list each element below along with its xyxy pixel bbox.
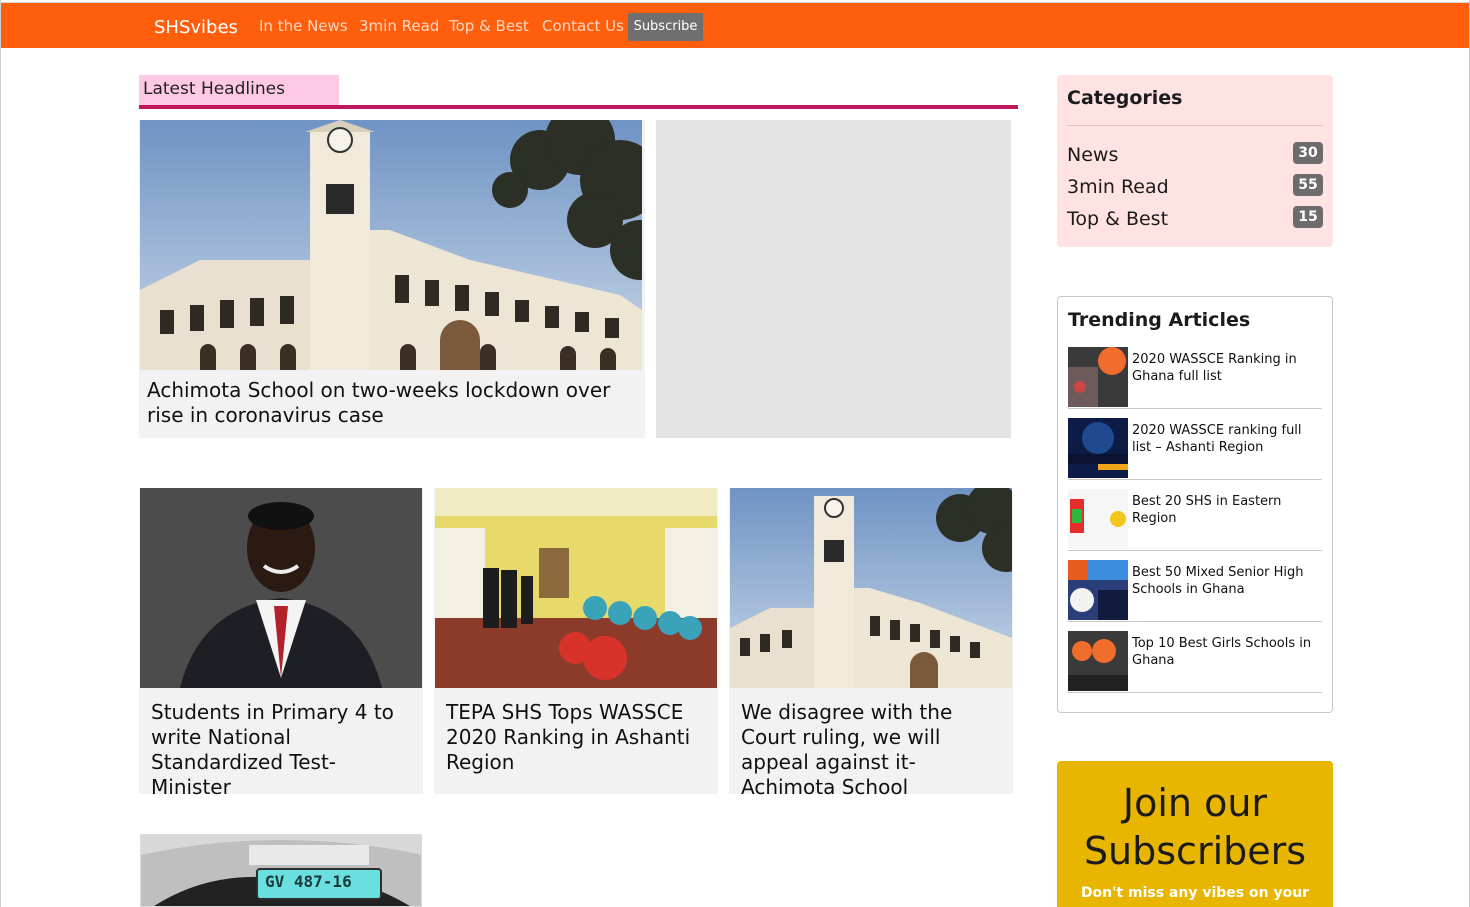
categories-panel: Categories News 30 3min Read 55 Top & Be… <box>1057 75 1333 247</box>
category-label[interactable]: Top & Best <box>1067 208 1168 230</box>
article-card-tepa[interactable]: TEPA SHS Tops WASSCE 2020 Ranking in Ash… <box>434 488 718 794</box>
nav-link-contact-us[interactable]: Contact Us <box>542 17 624 35</box>
brand-logo-link[interactable]: SHSvibes <box>154 17 238 38</box>
nav-link-in-the-news[interactable]: In the News <box>259 17 348 35</box>
category-count-badge: 30 <box>1293 142 1323 164</box>
trending-item-title[interactable]: Best 50 Mixed Senior High Schools in Gha… <box>1132 564 1320 598</box>
article-image-achimota-appeal[interactable] <box>730 488 1012 688</box>
trending-item-title[interactable]: 2020 WASSCE Ranking in Ghana full list <box>1132 351 1320 385</box>
category-item-top-best[interactable]: Top & Best 15 <box>1067 206 1323 232</box>
article-title-tepa[interactable]: TEPA SHS Tops WASSCE 2020 Ranking in Ash… <box>446 700 712 775</box>
trending-title: Trending Articles <box>1068 309 1251 331</box>
category-label[interactable]: News <box>1067 144 1118 166</box>
ad-placeholder <box>656 120 1011 438</box>
category-item-3min-read[interactable]: 3min Read 55 <box>1067 174 1323 200</box>
article-image-minister[interactable] <box>140 488 422 688</box>
trending-item[interactable]: 2020 WASSCE ranking full list – Ashanti … <box>1068 418 1322 480</box>
trending-thumbnail[interactable] <box>1068 418 1128 478</box>
trending-item[interactable]: Best 50 Mixed Senior High Schools in Gha… <box>1068 560 1322 622</box>
article-card-partial[interactable]: GV 487-16 <box>139 834 423 907</box>
trending-articles-panel: Trending Articles 2020 WASSCE Ranking in… <box>1057 296 1333 713</box>
join-title: Join our Subscribers <box>1083 781 1307 873</box>
category-item-news[interactable]: News 30 <box>1067 142 1323 168</box>
section-title: Latest Headlines <box>139 75 339 105</box>
featured-article-title[interactable]: Achimota School on two-weeks lockdown ov… <box>147 378 637 428</box>
trending-thumbnail[interactable] <box>1068 560 1128 620</box>
trending-thumbnail[interactable] <box>1068 347 1128 407</box>
trending-item-title[interactable]: Top 10 Best Girls Schools in Ghana <box>1132 635 1320 669</box>
trending-item[interactable]: 2020 WASSCE Ranking in Ghana full list <box>1068 347 1322 409</box>
category-count-badge: 55 <box>1293 174 1323 196</box>
top-navbar: SHSvibes In the News 3min Read Top & Bes… <box>1 2 1469 48</box>
trending-thumbnail[interactable] <box>1068 489 1128 549</box>
category-label[interactable]: 3min Read <box>1067 176 1169 198</box>
featured-article-image[interactable] <box>140 120 642 370</box>
article-image-plate[interactable] <box>140 834 422 907</box>
join-subtitle: Don't miss any vibes on your <box>1080 885 1310 901</box>
featured-article-card[interactable]: Achimota School on two-weeks lockdown ov… <box>139 120 645 438</box>
plate-text: GV 487-16 <box>265 872 352 891</box>
categories-title: Categories <box>1067 87 1183 109</box>
article-title-achimota-appeal[interactable]: We disagree with the Court ruling, we wi… <box>741 700 1007 800</box>
trending-item-title[interactable]: 2020 WASSCE ranking full list – Ashanti … <box>1132 422 1320 456</box>
join-subscribers-panel: Join our Subscribers Don't miss any vibe… <box>1057 761 1333 907</box>
nav-link-3min-read[interactable]: 3min Read <box>359 17 439 35</box>
subscribe-button[interactable]: Subscribe <box>628 13 703 41</box>
article-card-achimota-appeal[interactable]: We disagree with the Court ruling, we wi… <box>729 488 1013 799</box>
categories-divider <box>1067 125 1323 126</box>
trending-item[interactable]: Best 20 SHS in Eastern Region <box>1068 489 1322 551</box>
trending-item[interactable]: Top 10 Best Girls Schools in Ghana <box>1068 631 1322 693</box>
trending-item-title[interactable]: Best 20 SHS in Eastern Region <box>1132 493 1320 527</box>
article-card-minister[interactable]: Students in Primary 4 to write National … <box>139 488 423 799</box>
latest-headlines-header: Latest Headlines <box>139 75 1018 109</box>
nav-link-top-best[interactable]: Top & Best <box>449 17 529 35</box>
category-count-badge: 15 <box>1293 206 1323 228</box>
trending-thumbnail[interactable] <box>1068 631 1128 691</box>
article-title-minister[interactable]: Students in Primary 4 to write National … <box>151 700 417 800</box>
article-image-tepa[interactable] <box>435 488 717 688</box>
